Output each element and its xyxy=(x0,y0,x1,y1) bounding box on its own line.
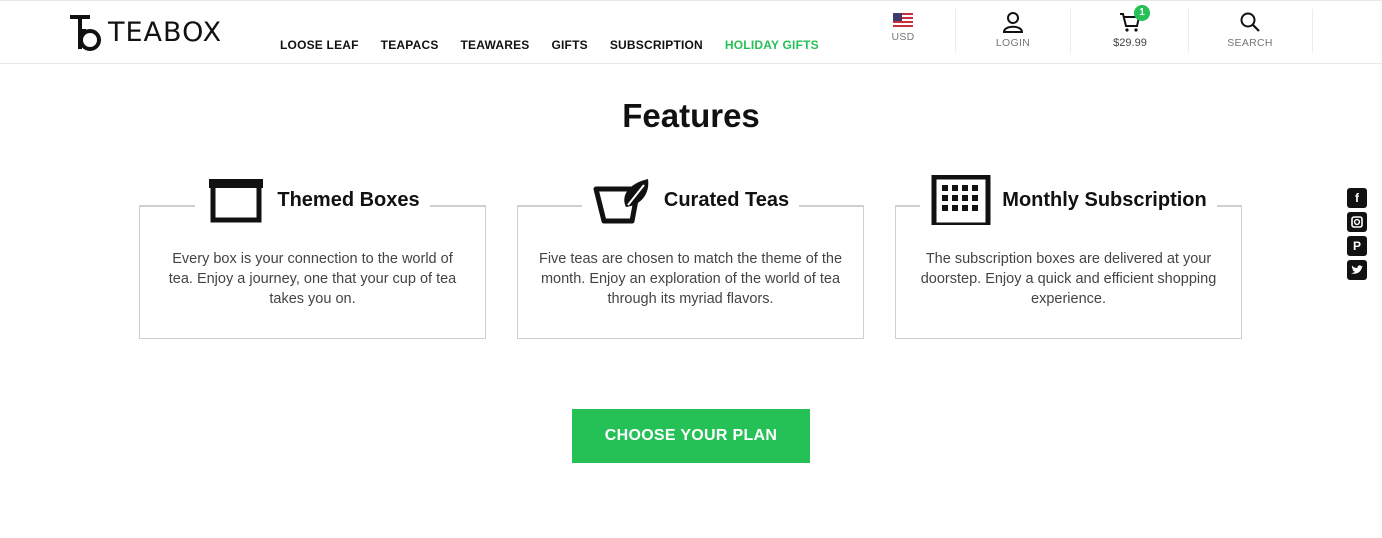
pinterest-icon[interactable]: P xyxy=(1347,236,1367,256)
login-label: LOGIN xyxy=(995,37,1031,49)
card-header-inner: Monthly Subscription xyxy=(920,175,1217,225)
feature-card-curated-teas: Curated Teas Five teas are chosen to mat… xyxy=(517,175,864,339)
feature-card-themed-boxes: Themed Boxes Every box is your connectio… xyxy=(139,175,486,339)
nav-holiday-gifts[interactable]: HOLIDAY GIFTS xyxy=(725,38,819,52)
us-flag-icon xyxy=(893,13,913,27)
card-header: Themed Boxes xyxy=(140,175,485,225)
divider xyxy=(1188,9,1189,53)
social-share-bar: f P xyxy=(1347,188,1367,284)
cart-count-badge: 1 xyxy=(1134,5,1150,21)
card-header: Curated Teas xyxy=(518,175,863,225)
search-icon xyxy=(1240,12,1260,32)
nav-teapacs[interactable]: TEAPACS xyxy=(381,38,439,52)
feature-title: Curated Teas xyxy=(663,188,790,211)
main-nav: LOOSE LEAF TEAPACS TEAWARES GIFTS SUBSCR… xyxy=(280,38,841,52)
twitter-icon[interactable] xyxy=(1347,260,1367,280)
search-label: SEARCH xyxy=(1227,37,1273,49)
calendar-icon xyxy=(931,175,991,225)
facebook-icon[interactable]: f xyxy=(1347,188,1367,208)
nav-loose-leaf[interactable]: LOOSE LEAF xyxy=(280,38,359,52)
nav-teawares[interactable]: TEAWARES xyxy=(461,38,530,52)
feature-title: Themed Boxes xyxy=(277,188,420,211)
feature-card-monthly-subscription: Monthly Subscription The subscription bo… xyxy=(895,175,1242,339)
divider xyxy=(955,9,956,53)
nav-subscription[interactable]: SUBSCRIPTION xyxy=(610,38,703,52)
feature-description: Every box is your connection to the worl… xyxy=(168,251,457,307)
tea-leaf-cup-icon xyxy=(593,179,649,224)
site-header: TEABOX LOOSE LEAF TEAPACS TEAWARES GIFTS… xyxy=(0,0,1382,64)
feature-title: Monthly Subscription xyxy=(1002,188,1207,211)
brand-name: TEABOX xyxy=(108,17,223,48)
cart-link[interactable]: 1 $29.99 xyxy=(1108,1,1152,64)
feature-description: The subscription boxes are delivered at … xyxy=(920,251,1217,307)
card-header-inner: Curated Teas xyxy=(581,175,800,225)
teabox-logo[interactable]: TEABOX xyxy=(68,13,222,53)
box-icon xyxy=(209,179,264,223)
user-icon xyxy=(1002,12,1024,33)
cart-total: $29.99 xyxy=(1113,37,1147,49)
card-header: Monthly Subscription xyxy=(896,175,1241,225)
card-header-inner: Themed Boxes xyxy=(195,175,430,225)
page-title: Features xyxy=(622,97,760,134)
currency-label: USD xyxy=(891,31,915,43)
teabox-logo-icon xyxy=(70,15,101,51)
twitter-glyph xyxy=(1351,265,1363,274)
nav-gifts[interactable]: GIFTS xyxy=(551,38,587,52)
feature-description: Five teas are chosen to match the theme … xyxy=(538,251,843,307)
divider xyxy=(1070,9,1071,53)
search-link[interactable]: SEARCH xyxy=(1224,1,1276,64)
divider xyxy=(1312,9,1313,53)
currency-selector[interactable]: USD xyxy=(882,1,924,64)
instagram-icon[interactable] xyxy=(1347,212,1367,232)
login-link[interactable]: LOGIN xyxy=(990,1,1036,64)
instagram-glyph xyxy=(1351,216,1363,228)
choose-your-plan-button[interactable]: CHOOSE YOUR PLAN xyxy=(572,409,810,463)
